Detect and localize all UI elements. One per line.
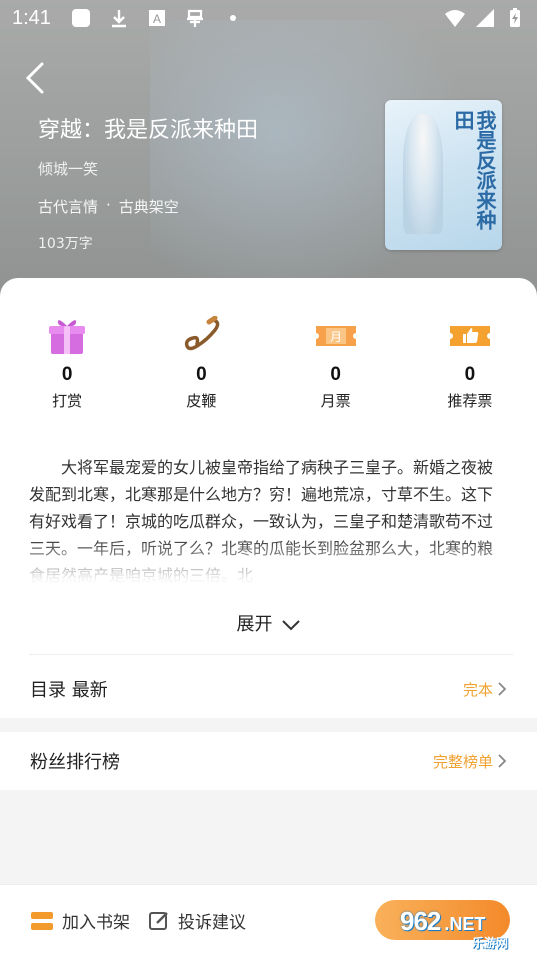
tip-button[interactable]: 0 打赏 bbox=[0, 316, 134, 411]
bookshelf-icon bbox=[31, 911, 53, 930]
book-cover: 我是反派来种田 bbox=[385, 100, 502, 250]
watermark-suffix: .NET bbox=[444, 914, 486, 934]
expand-button[interactable]: 展开 bbox=[0, 610, 537, 636]
a-badge-icon: A bbox=[148, 10, 165, 26]
month-ticket-label: 月票 bbox=[320, 392, 351, 410]
gift-box-icon bbox=[49, 320, 86, 354]
catalog-title: 目录 最新 bbox=[30, 680, 108, 701]
tip-label: 打赏 bbox=[52, 392, 83, 410]
fans-ranking-title: 粉丝排行榜 bbox=[30, 752, 120, 773]
wifi-icon bbox=[445, 10, 465, 27]
download-icon bbox=[111, 10, 126, 28]
svg-text:A: A bbox=[153, 12, 161, 26]
whip-button[interactable]: 0 皮鞭 bbox=[134, 316, 268, 411]
tag-category: 古代言情 bbox=[38, 198, 99, 216]
book-tags: 古代言情 · 古典架空 bbox=[38, 196, 179, 217]
bug-icon bbox=[186, 9, 203, 27]
back-button[interactable] bbox=[22, 60, 50, 96]
book-author: 倾城一笑 bbox=[38, 160, 99, 178]
signal-icon bbox=[476, 9, 494, 27]
edit-icon bbox=[149, 911, 168, 930]
tag-separator: · bbox=[106, 196, 111, 214]
complaint-label: 投诉建议 bbox=[178, 913, 246, 933]
chevron-right-icon bbox=[498, 682, 507, 696]
whip-count: 0 bbox=[196, 364, 207, 385]
catalog-status: 完本 bbox=[462, 680, 493, 699]
fans-ranking-link: 完整榜单 bbox=[432, 752, 493, 771]
month-ticket-icon: 月 bbox=[315, 326, 356, 346]
thumbs-up-ticket-icon bbox=[449, 326, 490, 346]
chevron-right-icon bbox=[498, 754, 507, 768]
app-square-icon bbox=[71, 9, 90, 27]
month-ticket-badge: 月 bbox=[330, 330, 342, 344]
add-to-shelf-label: 加入书架 bbox=[62, 913, 130, 933]
battery-charging-icon bbox=[510, 8, 520, 27]
watermark-number: 962 bbox=[400, 906, 441, 936]
expand-label: 展开 bbox=[236, 614, 273, 635]
recommend-ticket-count: 0 bbox=[464, 364, 476, 385]
divider bbox=[29, 654, 513, 655]
detail-sheet: 0 打赏 0 皮鞭 月 0 月票 0 推荐票 大将军最宠爱的女儿被皇帝指给了病秧… bbox=[0, 278, 537, 718]
add-to-shelf-button[interactable]: 加入书架 bbox=[30, 908, 130, 933]
watermark-sub: 乐游网 bbox=[472, 936, 509, 950]
fans-ranking-row[interactable]: 粉丝排行榜 完整榜单 bbox=[0, 732, 537, 790]
dot-icon bbox=[229, 15, 236, 21]
cover-title: 我是反派来种田 bbox=[451, 110, 497, 230]
catalog-row[interactable]: 目录 最新 完本 bbox=[0, 660, 537, 718]
recommend-ticket-button[interactable]: 0 推荐票 bbox=[403, 316, 537, 411]
whip-icon bbox=[185, 316, 220, 351]
book-word-count: 103万字 bbox=[38, 236, 93, 252]
tip-count: 0 bbox=[61, 364, 73, 385]
chevron-down-icon bbox=[281, 620, 300, 631]
recommend-ticket-label: 推荐票 bbox=[447, 392, 493, 410]
status-time: 1:41 bbox=[12, 6, 51, 29]
month-ticket-button[interactable]: 月 0 月票 bbox=[269, 316, 403, 411]
book-title: 穿越：我是反派来种田 bbox=[38, 117, 259, 142]
month-ticket-count: 0 bbox=[330, 364, 341, 385]
tag-subcategory: 古典架空 bbox=[118, 198, 179, 216]
site-watermark: 962 .NET 乐游网 bbox=[400, 906, 530, 950]
whip-label: 皮鞭 bbox=[186, 392, 217, 410]
status-bar: 1:41 A bbox=[0, 0, 537, 36]
chevron-left-icon bbox=[25, 62, 44, 94]
complaint-button[interactable]: 投诉建议 bbox=[148, 908, 246, 933]
synopsis-fade bbox=[0, 538, 537, 598]
support-row: 0 打赏 0 皮鞭 月 0 月票 0 推荐票 bbox=[0, 316, 537, 411]
